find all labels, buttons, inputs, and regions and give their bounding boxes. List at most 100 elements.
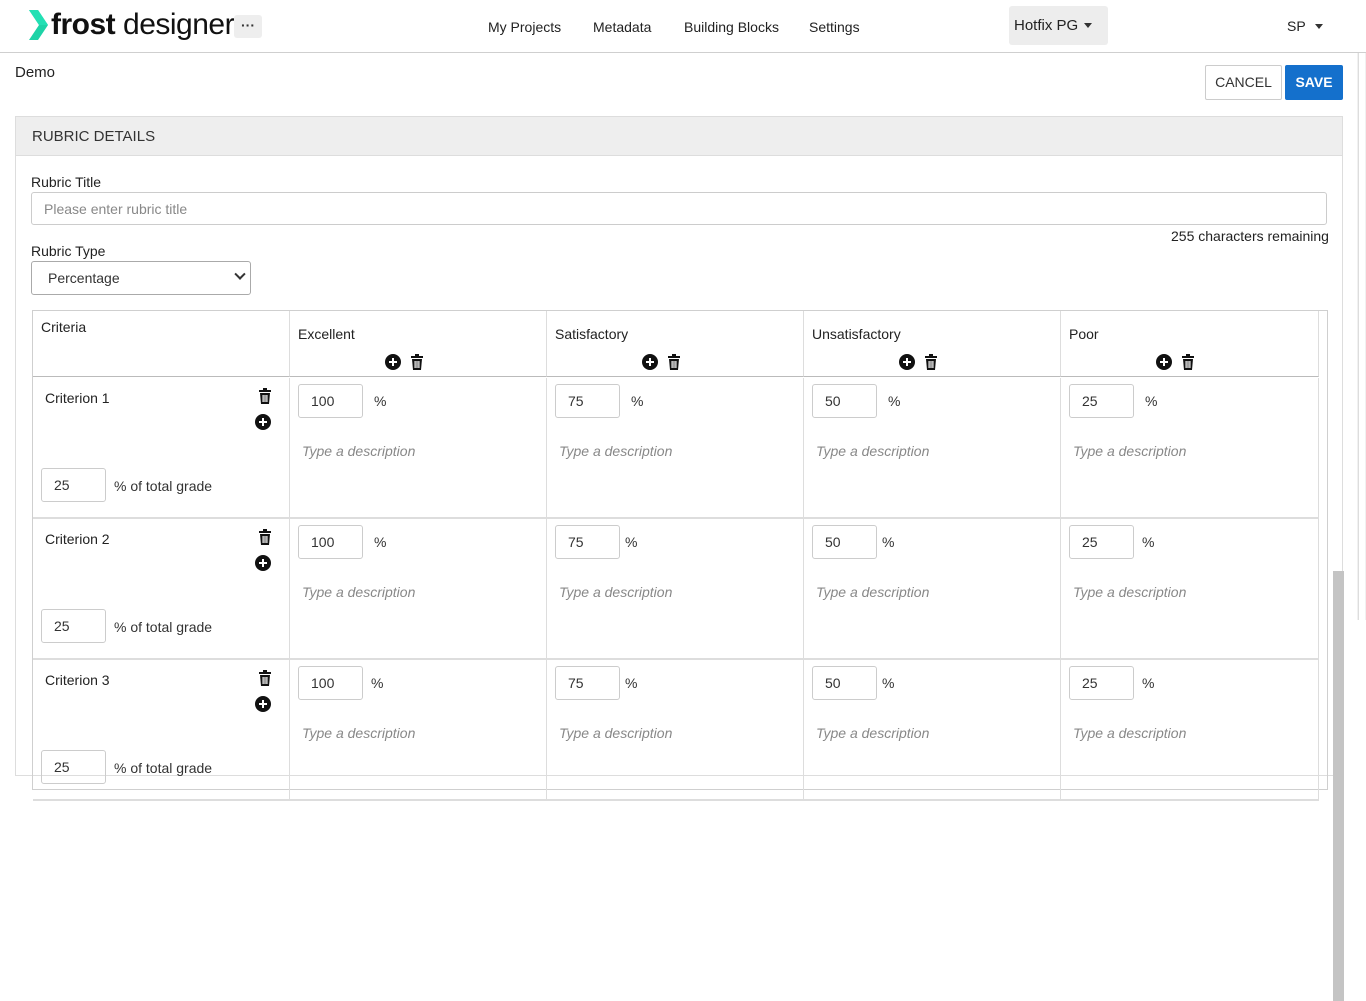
description-input[interactable]: Type a description bbox=[816, 443, 929, 459]
environment-dropdown[interactable]: Hotfix PG bbox=[1009, 6, 1108, 45]
nav-item-building-blocks[interactable]: Building Blocks bbox=[684, 0, 779, 53]
user-initials: SP bbox=[1287, 18, 1306, 34]
level-percent-input[interactable]: 100 bbox=[298, 666, 363, 700]
add-level-icon[interactable] bbox=[899, 354, 915, 370]
add-criterion-icon[interactable] bbox=[255, 414, 271, 430]
percent-sign: % bbox=[1142, 675, 1155, 691]
delete-criterion-icon[interactable] bbox=[257, 529, 273, 545]
description-input[interactable]: Type a description bbox=[816, 584, 929, 600]
brand-name-regular: designer bbox=[115, 8, 235, 41]
description-input[interactable]: Type a description bbox=[559, 443, 672, 459]
save-button[interactable]: SAVE bbox=[1285, 65, 1343, 100]
add-level-icon[interactable] bbox=[385, 354, 401, 370]
top-navbar: frost designer ··· My Projects Metadata … bbox=[0, 0, 1366, 53]
delete-criterion-icon[interactable] bbox=[257, 670, 273, 686]
percent-sign: % bbox=[625, 675, 638, 691]
delete-level-icon[interactable] bbox=[1180, 354, 1196, 370]
level-percent-input[interactable]: 100 bbox=[298, 384, 363, 418]
level-percent-input[interactable]: 75 bbox=[555, 384, 620, 418]
level-name: Poor bbox=[1069, 326, 1099, 342]
criterion-weight-input[interactable]: 25 bbox=[41, 609, 106, 643]
level-cell: 25 % Type a description bbox=[1061, 660, 1319, 801]
level-name: Excellent bbox=[298, 326, 355, 342]
total-grade-label: % of total grade bbox=[114, 619, 213, 635]
level-percent-input[interactable]: 50 bbox=[812, 666, 877, 700]
percent-sign: % bbox=[1145, 393, 1158, 409]
level-cell: 100 % Type a description bbox=[290, 519, 547, 660]
panel-heading: RUBRIC DETAILS bbox=[16, 117, 1342, 156]
level-percent-input[interactable]: 25 bbox=[1069, 666, 1134, 700]
criterion-weight-input[interactable]: 25 bbox=[41, 468, 106, 502]
more-menu-button[interactable]: ··· bbox=[234, 15, 262, 38]
delete-criterion-icon[interactable] bbox=[257, 388, 273, 404]
percent-sign: % bbox=[888, 393, 901, 409]
description-input[interactable]: Type a description bbox=[302, 725, 415, 741]
rubric-title-label: Rubric Title bbox=[31, 174, 102, 190]
add-criterion-icon[interactable] bbox=[255, 696, 271, 712]
percent-sign: % bbox=[374, 393, 387, 409]
criterion-row: Criterion 1 25 % of total grade 100 % Ty… bbox=[33, 378, 1319, 519]
level-cell: 50 % Type a description bbox=[804, 519, 1061, 660]
description-input[interactable]: Type a description bbox=[302, 443, 415, 459]
level-cell: 50 % Type a description bbox=[804, 660, 1061, 801]
rubric-type-label: Rubric Type bbox=[31, 243, 106, 259]
criterion-name[interactable]: Criterion 1 bbox=[45, 390, 110, 406]
nav-item-my-projects[interactable]: My Projects bbox=[488, 0, 561, 53]
description-input[interactable]: Type a description bbox=[1073, 584, 1186, 600]
total-grade-label: % of total grade bbox=[114, 760, 213, 776]
criterion-name[interactable]: Criterion 2 bbox=[45, 531, 110, 547]
level-percent-input[interactable]: 100 bbox=[298, 525, 363, 559]
nav-item-metadata[interactable]: Metadata bbox=[593, 0, 651, 53]
cancel-button[interactable]: CANCEL bbox=[1205, 65, 1282, 100]
chevron-down-icon bbox=[234, 268, 246, 280]
brand-name-bold: frost bbox=[51, 8, 116, 41]
level-percent-input[interactable]: 75 bbox=[555, 666, 620, 700]
level-cell: 50 % Type a description bbox=[804, 378, 1061, 519]
total-grade-label: % of total grade bbox=[114, 478, 213, 494]
level-cell: 100 % Type a description bbox=[290, 660, 547, 801]
frost-chevron-icon bbox=[29, 10, 48, 40]
percent-sign: % bbox=[625, 534, 638, 550]
user-menu[interactable]: SP bbox=[1287, 18, 1323, 34]
level-percent-input[interactable]: 25 bbox=[1069, 525, 1134, 559]
description-input[interactable]: Type a description bbox=[816, 725, 929, 741]
description-input[interactable]: Type a description bbox=[559, 725, 672, 741]
level-percent-input[interactable]: 50 bbox=[812, 525, 877, 559]
nav-item-settings[interactable]: Settings bbox=[809, 0, 860, 53]
add-level-icon[interactable] bbox=[1156, 354, 1172, 370]
criterion-row: Criterion 3 25 % of total grade 100 % Ty… bbox=[33, 660, 1319, 801]
level-percent-input[interactable]: 50 bbox=[812, 384, 877, 418]
add-level-icon[interactable] bbox=[642, 354, 658, 370]
frost-designer-logo[interactable]: frost designer bbox=[27, 8, 235, 42]
rubric-title-input[interactable]: Please enter rubric title bbox=[31, 192, 1327, 225]
delete-level-icon[interactable] bbox=[923, 354, 939, 370]
level-percent-input[interactable]: 25 bbox=[1069, 384, 1134, 418]
description-input[interactable]: Type a description bbox=[302, 584, 415, 600]
rubric-type-select[interactable]: Percentage bbox=[31, 261, 251, 295]
level-cell: 25 % Type a description bbox=[1061, 378, 1319, 519]
delete-level-icon[interactable] bbox=[409, 354, 425, 370]
criterion-row: Criterion 2 25 % of total grade 100 % Ty… bbox=[33, 519, 1319, 660]
caret-down-icon bbox=[1084, 23, 1093, 28]
page-scrollbar[interactable] bbox=[1357, 53, 1366, 620]
criteria-header-cell: Criteria bbox=[33, 311, 290, 377]
level-percent-input[interactable]: 75 bbox=[555, 525, 620, 559]
criterion-weight-input[interactable]: 25 bbox=[41, 750, 106, 784]
description-input[interactable]: Type a description bbox=[1073, 443, 1186, 459]
description-input[interactable]: Type a description bbox=[1073, 725, 1186, 741]
delete-level-icon[interactable] bbox=[666, 354, 682, 370]
criterion-name[interactable]: Criterion 3 bbox=[45, 672, 110, 688]
description-input[interactable]: Type a description bbox=[559, 584, 672, 600]
percent-sign: % bbox=[882, 675, 895, 691]
caret-down-icon bbox=[1314, 23, 1323, 29]
level-header-poor: Poor bbox=[1061, 311, 1319, 377]
criteria-header: Criteria bbox=[41, 319, 87, 335]
rubric-grid: Criteria Excellent Satisfactory Unsatisf… bbox=[32, 310, 1344, 1001]
add-criterion-icon[interactable] bbox=[255, 555, 271, 571]
percent-sign: % bbox=[374, 534, 387, 550]
grid-scrollbar[interactable] bbox=[1333, 571, 1344, 1001]
criterion-cell: Criterion 1 25 % of total grade bbox=[33, 378, 290, 519]
page-title: Demo bbox=[15, 64, 56, 81]
percent-sign: % bbox=[1142, 534, 1155, 550]
level-cell: 100 % Type a description bbox=[290, 378, 547, 519]
